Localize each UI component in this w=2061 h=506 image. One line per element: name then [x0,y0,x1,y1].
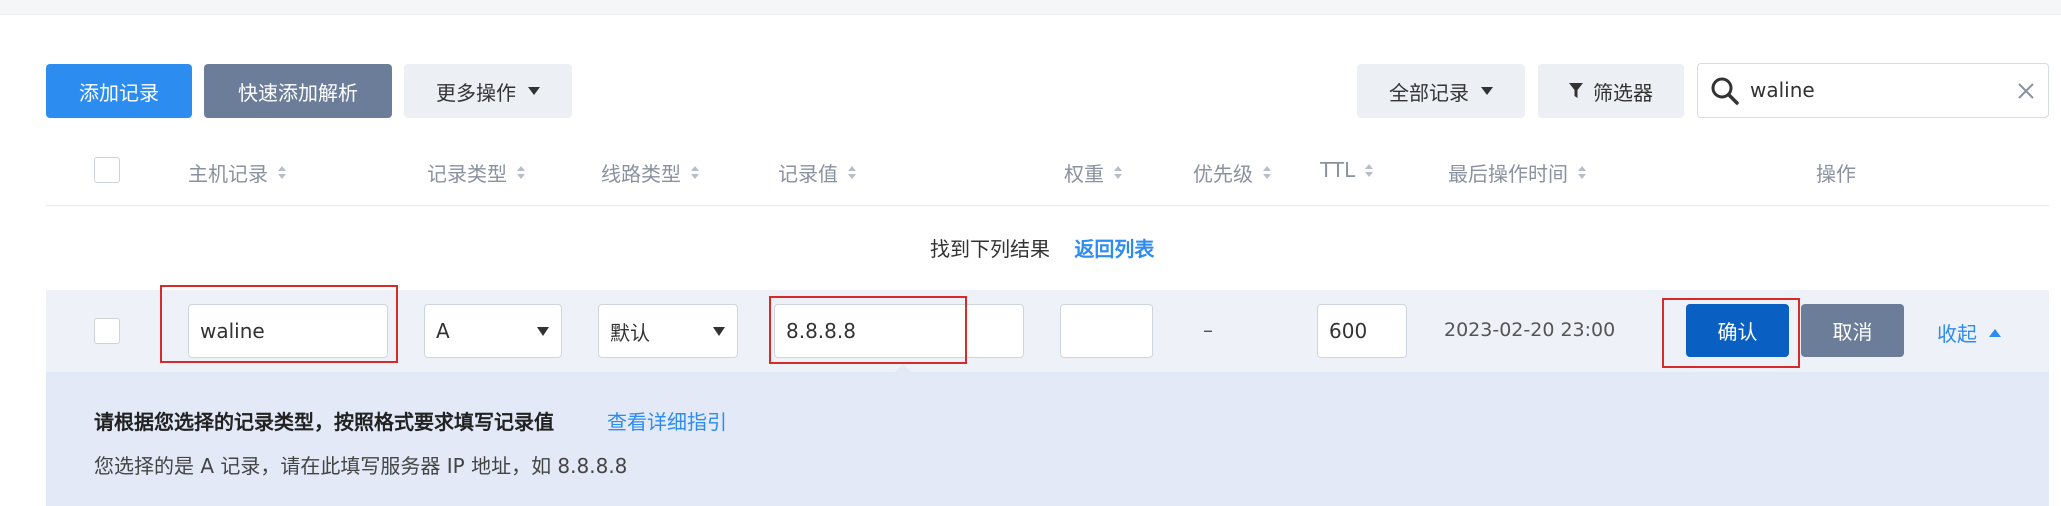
line-type-select[interactable]: 默认 [598,304,738,358]
result-message: 找到下列结果 返回列表 [930,233,1154,262]
record-type-value: A [436,319,450,343]
highlight-record-value [769,296,967,364]
hint-pointer [894,364,912,373]
header-priority-label: 优先级 [1193,162,1253,186]
header-priority[interactable]: 优先级 [1193,158,1271,187]
sort-icon [1114,166,1122,179]
header-host[interactable]: 主机记录 [188,158,286,187]
guide-link[interactable]: 查看详细指引 [607,406,727,435]
header-last-modified-label: 最后操作时间 [1448,162,1568,186]
search-icon [1711,77,1739,105]
header-record-value[interactable]: 记录值 [778,158,856,187]
header-weight-label: 权重 [1064,162,1104,186]
caret-down-icon [528,87,540,95]
caret-down-icon [537,327,549,336]
weight-input[interactable] [1060,304,1153,358]
header-ttl-label: TTL [1320,158,1356,182]
sort-icon [278,166,286,179]
header-record-type-label: 记录类型 [427,162,507,186]
sort-icon [1578,166,1586,179]
select-all-checkbox[interactable] [94,157,120,183]
header-line-type-label: 线路类型 [601,162,681,186]
ttl-value: 600 [1329,319,1368,343]
sort-icon [848,166,856,179]
back-to-list-link[interactable]: 返回列表 [1074,237,1154,261]
collapse-link[interactable]: 收起 [1937,318,2001,347]
search-box[interactable] [1697,63,2049,118]
header-last-modified[interactable]: 最后操作时间 [1448,158,1586,187]
sort-icon [691,166,699,179]
search-input[interactable] [1750,74,2000,106]
caret-up-icon [1989,328,2001,337]
header-actions-label: 操作 [1816,162,1856,186]
divider [46,205,2049,206]
header-actions: 操作 [1816,158,1856,187]
sort-icon [517,166,525,179]
top-strip [0,0,2061,15]
header-line-type[interactable]: 线路类型 [601,158,699,187]
header-weight[interactable]: 权重 [1064,158,1122,187]
collapse-label: 收起 [1937,322,1977,346]
filter-button[interactable]: 筛选器 [1538,64,1684,118]
ttl-input[interactable]: 600 [1317,304,1407,358]
record-type-select[interactable]: A [424,304,562,358]
header-ttl[interactable]: TTL [1320,158,1374,182]
quick-add-button[interactable]: 快速添加解析 [204,64,392,118]
header-record-value-label: 记录值 [778,162,838,186]
result-text: 找到下列结果 [930,237,1050,261]
more-actions-label: 更多操作 [436,80,516,105]
header-host-label: 主机记录 [188,162,268,186]
priority-value: – [1203,318,1213,342]
line-type-value: 默认 [610,320,650,345]
add-record-button[interactable]: 添加记录 [46,64,192,118]
all-records-label: 全部记录 [1389,80,1469,105]
hint-panel [46,372,2049,506]
more-actions-dropdown[interactable]: 更多操作 [404,64,572,118]
highlight-confirm [1662,298,1800,368]
hint-title: 请根据您选择的记录类型，按照格式要求填写记录值 [94,410,554,434]
filter-icon [1569,83,1583,98]
sort-icon [1263,166,1271,179]
row-checkbox[interactable] [94,318,120,344]
hint-text: 您选择的是 A 记录，请在此填写服务器 IP 地址，如 8.8.8.8 [94,454,628,478]
highlight-host [160,285,398,363]
header-record-type[interactable]: 记录类型 [427,158,525,187]
cancel-button[interactable]: 取消 [1801,304,1904,357]
sort-icon [1365,163,1374,177]
filter-label: 筛选器 [1593,80,1653,105]
caret-down-icon [713,327,725,336]
last-modified-value: 2023-02-20 23:00 [1444,319,1616,341]
caret-down-icon [1481,87,1493,95]
close-icon[interactable] [2018,83,2034,99]
all-records-dropdown[interactable]: 全部记录 [1357,64,1525,118]
